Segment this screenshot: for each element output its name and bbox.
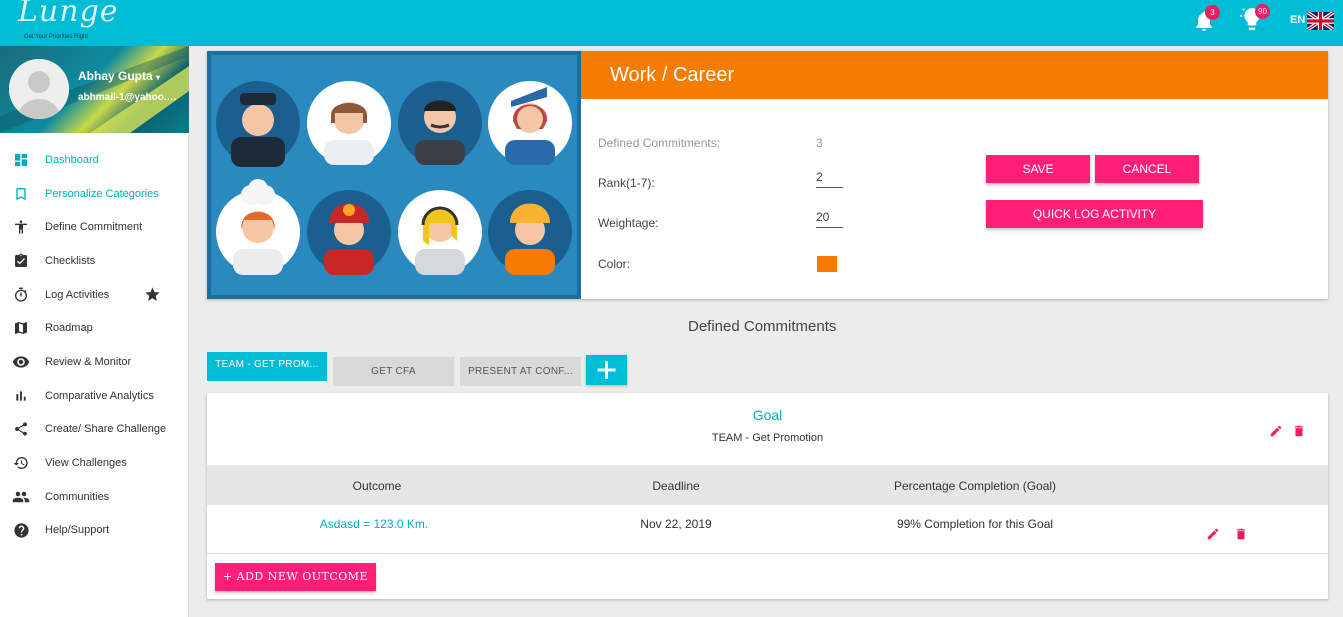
goal-value: TEAM - Get Promotion: [711, 432, 824, 444]
sidebar-item-label: View Challenges: [45, 457, 127, 470]
edit-outcome-icon[interactable]: [1206, 527, 1220, 541]
logo-text: Lunge: [18, 0, 119, 29]
bookmark-icon: [12, 185, 30, 203]
weightage-input[interactable]: 20: [816, 210, 843, 228]
goal-card: Goal TEAM - Get Promotion Outcome Deadli…: [207, 393, 1328, 599]
sidebar-item-review-monitor[interactable]: Review & Monitor: [0, 345, 189, 379]
notifications-badge: 3: [1205, 5, 1220, 20]
tab-present-at-conference[interactable]: PRESENT AT CONF...: [460, 357, 581, 386]
sidebar-item-comparative-analytics[interactable]: Comparative Analytics: [0, 379, 189, 413]
help-icon: [12, 521, 30, 539]
rank-label: Rank(1-7):: [598, 176, 655, 190]
outcome-link[interactable]: Asdasd = 123.0 Km.: [299, 517, 449, 531]
sidebar-item-label: Comparative Analytics: [45, 389, 154, 402]
sidebar-item-roadmap[interactable]: Roadmap: [0, 311, 189, 345]
sidebar-item-communities[interactable]: Communities: [0, 480, 189, 514]
bar-chart-icon: [12, 387, 30, 405]
row-divider: [207, 553, 1328, 554]
uk-flag-icon[interactable]: [1307, 12, 1334, 30]
defined-commitments-title: Defined Commitments: [688, 318, 837, 335]
sidebar-item-personalize-categories[interactable]: Personalize Categories: [0, 177, 189, 211]
deadline-cell: Nov 22, 2019: [640, 517, 712, 531]
sidebar-item-label: Help/Support: [45, 524, 110, 537]
sidebar: Abhay Gupta ▾ abhmail-1@yahoo.com Dashbo…: [0, 46, 189, 617]
cancel-button[interactable]: CANCEL: [1095, 155, 1199, 183]
sidebar-item-create-share-challenge[interactable]: Create/ Share Challenge: [0, 413, 189, 447]
color-label: Color:: [598, 257, 631, 271]
app-logo[interactable]: Lunge Get Your Priorities Right: [16, 0, 126, 46]
people-icon: [12, 488, 30, 506]
weightage-label: Weightage:: [598, 216, 659, 230]
caret-down-icon: ▾: [156, 73, 161, 82]
sidebar-item-define-commitment[interactable]: Define Commitment: [0, 210, 189, 244]
category-title: Work / Career: [610, 64, 735, 86]
tab-team-get-promotion[interactable]: TEAM - GET PROM...: [207, 352, 327, 381]
defined-commitments-value: 3: [816, 136, 823, 150]
plus-icon: [597, 361, 616, 379]
dashboard-icon: [12, 151, 30, 169]
tips-button[interactable]: 90: [1239, 4, 1270, 32]
sidebar-item-label: Roadmap: [45, 322, 93, 335]
defined-commitments-label: Defined Commitments:: [598, 136, 721, 150]
sidebar-item-view-challenges[interactable]: View Challenges: [0, 446, 189, 480]
delete-goal-icon[interactable]: [1292, 424, 1306, 438]
history-icon: [12, 454, 30, 472]
sidebar-item-label: Communities: [45, 490, 110, 503]
add-new-outcome-button[interactable]: + ADD NEW OUTCOME: [215, 563, 376, 591]
sidebar-item-checklists[interactable]: Checklists: [0, 244, 189, 278]
sidebar-item-label: Create/ Share Challenge: [45, 423, 167, 436]
save-button[interactable]: SAVE: [986, 155, 1090, 183]
sidebar-item-log-activities[interactable]: Log Activities: [0, 278, 189, 312]
user-name: Abhay Gupta: [78, 69, 153, 83]
column-header-completion: Percentage Completion (Goal): [893, 479, 1057, 493]
person-icon: [12, 218, 30, 236]
user-avatar-icon: [9, 59, 69, 119]
user-email: abhmail-1@yahoo.com: [78, 92, 182, 103]
avatar[interactable]: [9, 59, 69, 119]
sidebar-item-label: Checklists: [45, 254, 96, 267]
category-header: Work / Career: [581, 51, 1328, 99]
sidebar-nav: Dashboard Personalize Categories Define …: [0, 143, 189, 547]
profile-header: Abhay Gupta ▾ abhmail-1@yahoo.com: [0, 46, 189, 133]
delete-outcome-icon[interactable]: [1234, 527, 1248, 541]
professionals-illustration: [211, 55, 577, 295]
tips-badge: 90: [1255, 4, 1270, 19]
logo-tagline: Get Your Priorities Right: [24, 34, 89, 40]
language-selector[interactable]: EN: [1290, 14, 1305, 26]
sidebar-item-label: Define Commitment: [45, 221, 143, 234]
notifications-button[interactable]: 3: [1192, 5, 1220, 35]
sidebar-item-label: Personalize Categories: [45, 187, 159, 200]
edit-goal-icon[interactable]: [1269, 424, 1283, 438]
sidebar-item-label: Review & Monitor: [45, 355, 132, 368]
column-header-deadline: Deadline: [652, 479, 700, 493]
sidebar-item-label: Log Activities: [45, 288, 110, 301]
category-card: Work / Career Defined Commitments: 3 Ran…: [207, 51, 1328, 299]
clipboard-check-icon: [12, 252, 30, 270]
color-swatch[interactable]: [817, 256, 837, 272]
sidebar-item-label: Dashboard: [45, 153, 99, 166]
tab-get-cfa[interactable]: GET CFA: [333, 357, 454, 386]
completion-cell: 99% Completion for this Goal: [896, 517, 1054, 531]
category-image: [207, 51, 581, 299]
outcomes-table-header: Outcome Deadline Percentage Completion (…: [207, 465, 1328, 505]
sidebar-item-help-support[interactable]: Help/Support: [0, 514, 189, 548]
star-icon[interactable]: [144, 286, 161, 303]
add-commitment-button[interactable]: [586, 355, 627, 385]
eye-icon: [12, 353, 30, 371]
top-app-bar: Lunge Get Your Priorities Right 3 90 EN: [0, 0, 1343, 46]
stopwatch-icon: [12, 286, 30, 304]
column-header-outcome: Outcome: [352, 479, 402, 493]
sidebar-item-dashboard[interactable]: Dashboard: [0, 143, 189, 177]
rank-input[interactable]: 2: [816, 170, 843, 188]
share-icon: [12, 420, 30, 438]
quick-log-activity-button[interactable]: QUICK LOG ACTIVITY: [986, 200, 1203, 228]
map-icon: [12, 319, 30, 337]
user-name-dropdown[interactable]: Abhay Gupta ▾: [78, 69, 160, 83]
goal-label: Goal: [752, 407, 783, 423]
